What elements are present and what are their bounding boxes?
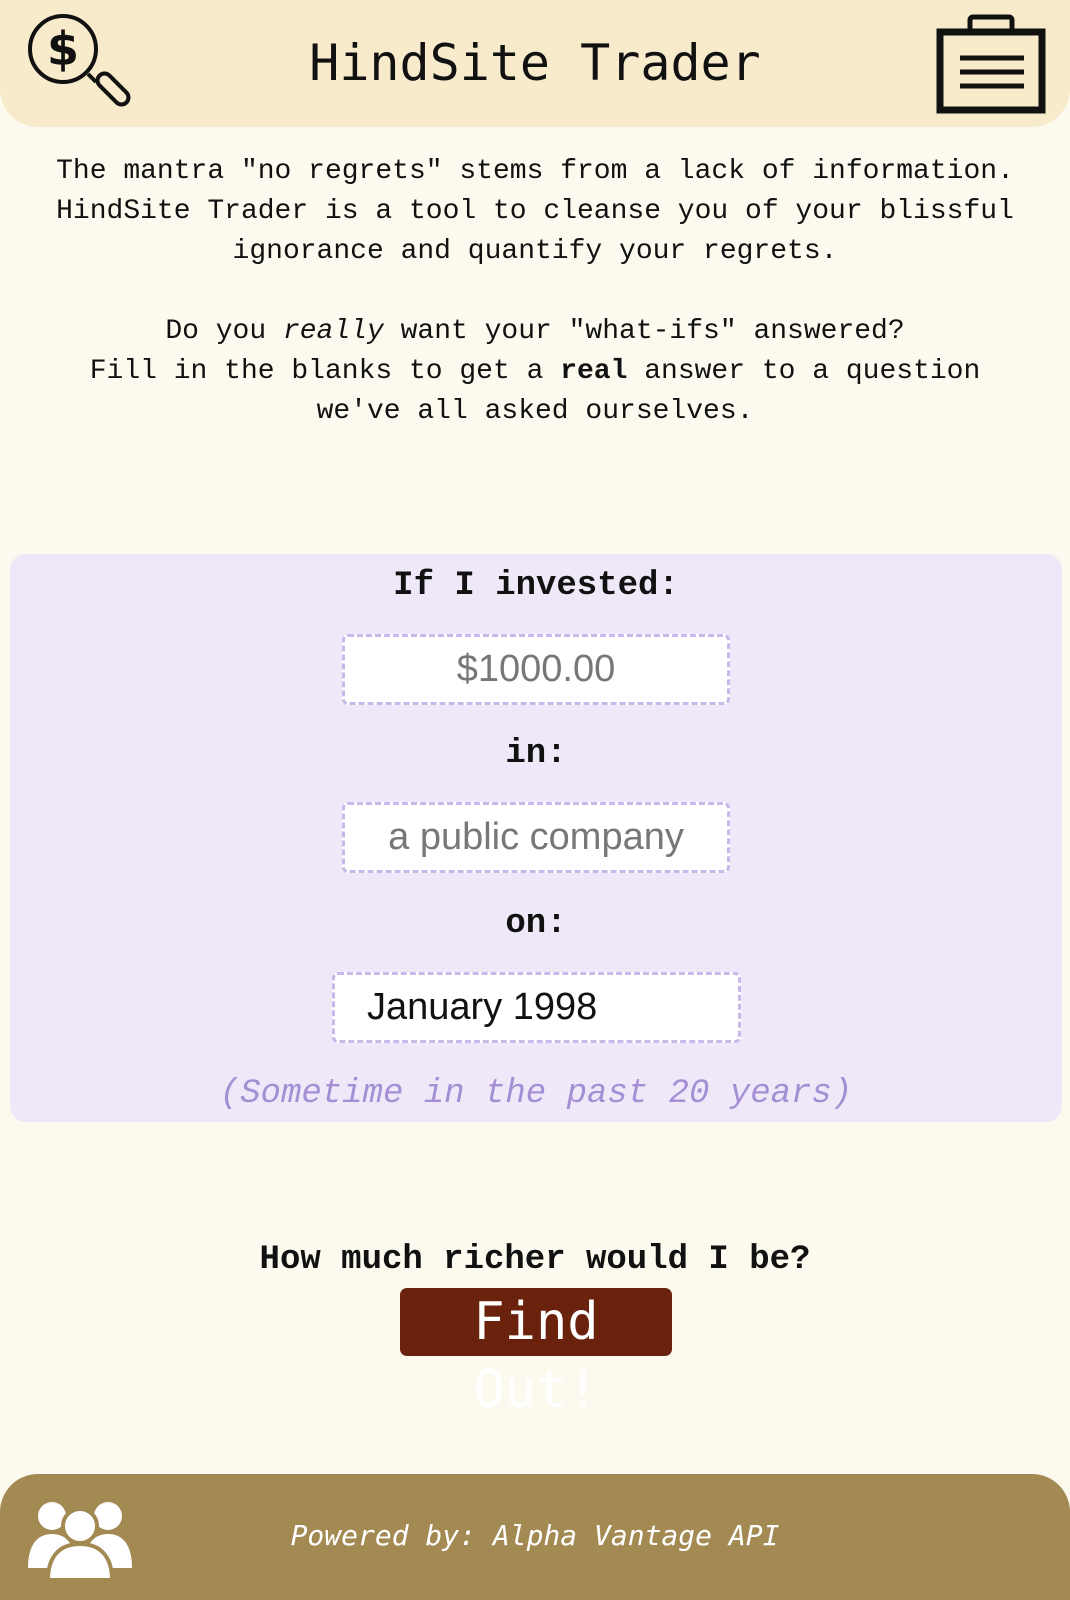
briefcase-icon[interactable]	[936, 12, 1046, 114]
footer-bar: Powered by: Alpha Vantage API	[0, 1474, 1070, 1600]
intro-line: HindSite Trader is a tool to cleanse you…	[56, 196, 1014, 227]
text-segment: Do you	[165, 316, 283, 347]
date-input[interactable]	[332, 972, 741, 1043]
date-label: on:	[505, 905, 567, 943]
intro-line: ignorance and quantify your regrets.	[232, 236, 838, 267]
text-segment: answer to a question	[627, 356, 981, 387]
cta-line-3: we've all asked ourselves.	[316, 396, 754, 427]
amount-label: If I invested:	[393, 567, 679, 605]
investment-form: If I invested: in: on: (Sometime in the …	[10, 554, 1062, 1122]
text-segment: want your "what-ifs" answered?	[383, 316, 905, 347]
intro-line: The mantra "no regrets" stems from a lac…	[56, 156, 1014, 187]
header-bar: $ HindSite Trader	[0, 0, 1070, 127]
cta-line-2: Fill in the blanks to get a real answer …	[20, 352, 1050, 392]
cta-line-1: Do you really want your "what-ifs" answe…	[20, 312, 1050, 352]
powered-by-text: Powered by: Alpha Vantage API	[290, 1519, 780, 1552]
strong-text: real	[560, 356, 628, 387]
amount-input[interactable]	[342, 634, 730, 705]
text-segment: Fill in the blanks to get a	[89, 356, 561, 387]
intro-paragraph: The mantra "no regrets" stems from a lac…	[20, 152, 1050, 272]
company-input[interactable]	[342, 802, 730, 873]
emphasis-text: really	[282, 316, 384, 347]
company-label: in:	[505, 735, 567, 773]
result-question: How much richer would I be?	[259, 1241, 811, 1279]
date-hint: (Sometime in the past 20 years)	[219, 1075, 853, 1113]
find-out-button[interactable]: Find Out!	[400, 1288, 672, 1420]
call-to-action-paragraph: Do you really want your "what-ifs" answe…	[20, 312, 1050, 432]
app-title: HindSite Trader	[309, 34, 761, 92]
